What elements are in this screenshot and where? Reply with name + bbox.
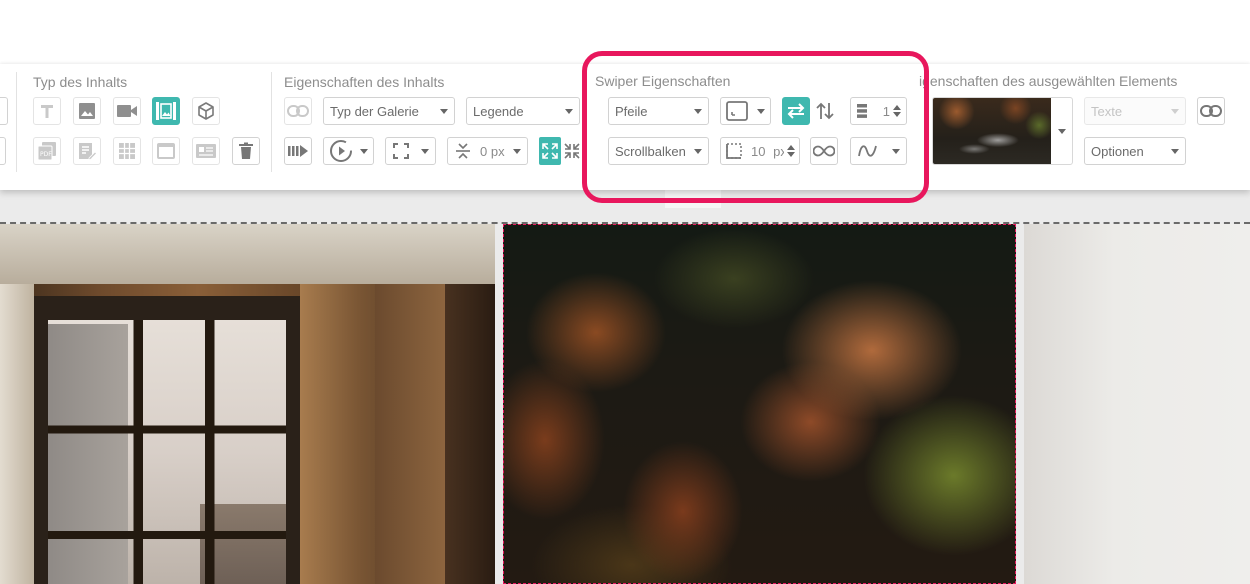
pdf-icon[interactable]: PDF [33, 137, 61, 165]
contact-card-icon[interactable] [192, 137, 220, 165]
chevron-down-icon [565, 108, 573, 114]
chevron-down-icon [757, 108, 765, 114]
gallery-slide-window[interactable] [0, 224, 495, 584]
stepper-arrows-icon[interactable] [893, 105, 901, 117]
slides-icon [856, 102, 868, 120]
space-value: 10 [751, 143, 766, 159]
chevron-down-icon [440, 108, 448, 114]
chevron-down-icon [694, 148, 702, 154]
chevron-down-icon [694, 108, 702, 114]
chevron-down-icon [421, 148, 429, 154]
play-circle-icon [329, 139, 356, 163]
gallery-slide-forest[interactable] [503, 224, 1016, 584]
section-title-content-props: Eigenschaften des Inhalts [284, 74, 445, 90]
gap-unit: px [490, 143, 505, 159]
play-mode-dropdown[interactable] [323, 137, 374, 165]
wave-icon [857, 142, 888, 160]
space-unit: px [773, 143, 784, 159]
chevron-down-icon [1058, 129, 1066, 134]
chevron-down-icon [892, 148, 900, 154]
link-icon[interactable] [1197, 97, 1225, 125]
vertical-swap-icon[interactable] [812, 97, 838, 125]
arrows-label: Pfeile [615, 103, 648, 119]
dotted-square-icon [725, 142, 743, 160]
frame-icon[interactable] [152, 137, 180, 165]
trash-icon[interactable] [232, 137, 260, 165]
svg-text:PDF: PDF [40, 151, 52, 158]
partial-button[interactable] [0, 137, 6, 165]
arrows-dropdown[interactable]: Pfeile [608, 97, 709, 125]
stepper-arrows-icon[interactable] [787, 145, 795, 157]
section-title-selected-element: igenschaften des ausgewählten Elements [919, 73, 1178, 89]
gap-value: 0 [480, 143, 488, 159]
gap-dropdown[interactable]: 0 px [447, 137, 528, 165]
options-label: Optionen [1091, 143, 1144, 159]
legend-dropdown[interactable]: Legende [466, 97, 580, 125]
selected-image-thumbnail [933, 98, 1051, 164]
autoplay-icon[interactable] [284, 137, 312, 165]
chevron-down-icon [360, 148, 368, 154]
link-icon[interactable] [284, 97, 312, 125]
chevron-down-icon [513, 148, 521, 154]
selected-image-picker[interactable] [932, 97, 1073, 165]
options-dropdown[interactable]: Optionen [1084, 137, 1186, 165]
easing-dropdown[interactable] [850, 137, 907, 165]
gallery-slide-light[interactable] [1024, 224, 1250, 584]
section-divider [271, 72, 272, 172]
border-box-icon [726, 101, 753, 121]
gallery-type-label: Typ der Galerie [330, 103, 419, 119]
infinity-icon[interactable] [810, 137, 838, 165]
partial-button[interactable] [0, 97, 8, 125]
scrollbar-label: Scrollbalken [615, 143, 686, 159]
fullscreen-icon [392, 142, 417, 160]
text-icon[interactable] [33, 97, 61, 125]
border-dropdown[interactable] [720, 97, 771, 125]
chevron-down-icon [1171, 148, 1179, 154]
horizontal-swap-icon[interactable] [782, 97, 810, 125]
section-divider [16, 72, 17, 172]
top-bar [0, 0, 1250, 64]
canvas-handle[interactable] [665, 190, 721, 208]
3d-box-icon[interactable] [192, 97, 220, 125]
space-between-stepper[interactable]: 10 px [720, 137, 800, 165]
scrollbar-dropdown[interactable]: Scrollbalken [608, 137, 709, 165]
slides-per-view-value: 1 [882, 103, 890, 119]
legend-label: Legende [473, 103, 524, 119]
texts-label: Texte [1091, 103, 1123, 119]
video-icon[interactable] [113, 97, 141, 125]
section-title-swiper: Swiper Eigenschaften [595, 73, 731, 89]
form-icon[interactable] [73, 137, 101, 165]
section-title-content-type: Typ des Inhalts [33, 74, 128, 90]
expand-icon[interactable] [539, 137, 561, 165]
editor-toolbar: Typ des Inhalts PDF Eigenschaften des In… [0, 64, 1250, 190]
chevron-down-icon [1171, 108, 1179, 114]
texts-dropdown[interactable]: Texte [1084, 97, 1186, 125]
fullscreen-dropdown[interactable] [385, 137, 436, 165]
gallery-icon[interactable] [152, 97, 180, 125]
gap-icon [454, 142, 472, 160]
table-icon[interactable] [113, 137, 141, 165]
collapse-icon[interactable] [561, 137, 583, 165]
slides-per-view-stepper[interactable]: 1 [850, 97, 907, 125]
gallery-type-dropdown[interactable]: Typ der Galerie [323, 97, 455, 125]
image-icon[interactable] [73, 97, 101, 125]
